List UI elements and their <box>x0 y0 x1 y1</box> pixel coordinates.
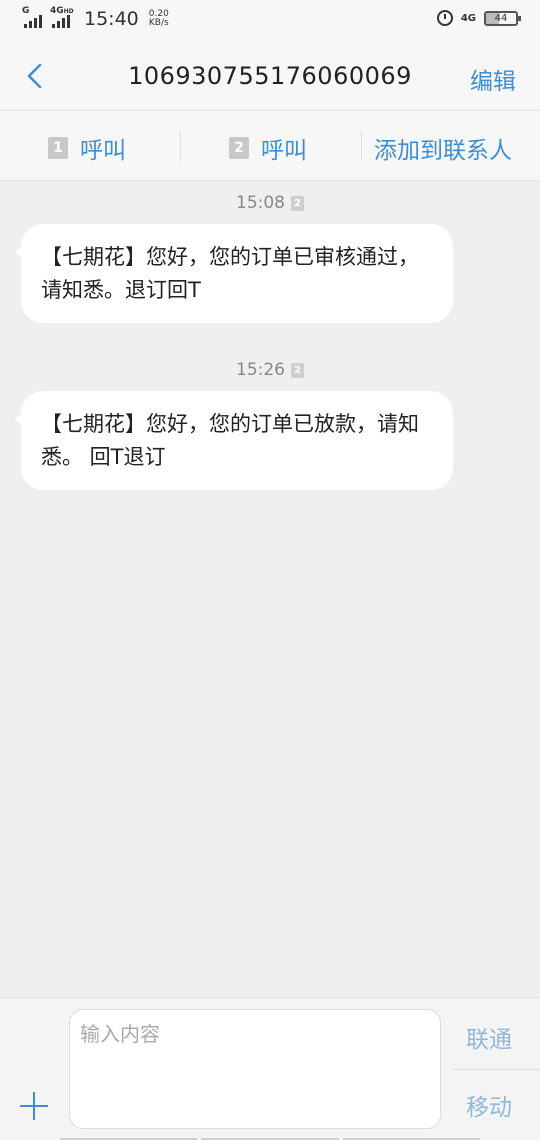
status-left: G 4GHD 15:40 0.20 KB/s <box>22 6 169 30</box>
sender-number-title: 106930755176060069 <box>128 62 412 90</box>
sms-conversation-screen: G 4GHD 15:40 0.20 KB/s 4G 44 10693075517… <box>0 0 540 1140</box>
edit-button[interactable]: 编辑 <box>470 62 516 96</box>
battery-icon: 44 <box>484 10 521 26</box>
action-divider <box>180 131 181 161</box>
call-sim2-button[interactable]: 2 呼叫 <box>229 131 307 165</box>
message-thread[interactable]: 15:08 2 【七期花】您好，您的订单已审核通过，请知悉。退订回T 15:26… <box>0 181 540 997</box>
signal-sim1-icon: G <box>22 6 44 30</box>
sim2-mini-icon: 2 <box>291 362 304 378</box>
timestamp-text: 15:26 <box>236 360 285 380</box>
message-timestamp: 15:08 2 <box>0 193 540 213</box>
network-speed: 0.20 KB/s <box>149 10 169 28</box>
network-speed-unit: KB/s <box>148 18 169 28</box>
status-time: 15:40 <box>84 8 139 30</box>
network-type-label: 4G <box>460 12 476 24</box>
send-mobile-button[interactable]: 移动 <box>466 1088 512 1122</box>
send-unicom-button[interactable]: 联通 <box>466 1020 512 1054</box>
incoming-message-bubble[interactable]: 【七期花】您好，您的订单已放款，请知悉。 回T退订 <box>15 391 453 490</box>
call-sim2-label: 呼叫 <box>261 138 307 164</box>
message-timestamp: 15:26 2 <box>0 360 540 380</box>
message-composer: 联通 移动 <box>0 997 540 1140</box>
sim2-mini-icon: 2 <box>291 195 304 211</box>
action-bar: 1 呼叫 2 呼叫 添加到联系人 <box>0 111 540 181</box>
action-divider <box>361 131 362 161</box>
sim2-icon: 2 <box>229 137 249 159</box>
status-bar: G 4GHD 15:40 0.20 KB/s 4G 44 <box>0 0 540 42</box>
timestamp-text: 15:08 <box>236 193 285 213</box>
message-input[interactable] <box>69 1009 441 1129</box>
sim2-hd-label: HD <box>63 8 74 15</box>
status-right: 4G 44 <box>436 10 521 26</box>
call-sim1-label: 呼叫 <box>80 138 126 164</box>
send-divider <box>452 1069 540 1070</box>
add-to-contacts-button[interactable]: 添加到联系人 <box>374 131 512 165</box>
message-text: 【七期花】您好，您的订单已审核通过，请知悉。退订回T <box>41 245 419 302</box>
sim1-icon: 1 <box>48 137 68 159</box>
add-to-contacts-label: 添加到联系人 <box>374 138 512 164</box>
signal-sim2-icon: 4GHD <box>50 6 74 30</box>
battery-level: 44 <box>494 12 508 24</box>
call-sim1-button[interactable]: 1 呼叫 <box>48 131 126 165</box>
incoming-message-bubble[interactable]: 【七期花】您好，您的订单已审核通过，请知悉。退订回T <box>15 224 453 323</box>
alarm-icon <box>436 10 453 26</box>
message-text: 【七期花】您好，您的订单已放款，请知悉。 回T退订 <box>41 412 419 469</box>
conversation-header: 106930755176060069 编辑 <box>0 42 540 111</box>
attach-plus-icon[interactable] <box>20 1092 48 1120</box>
